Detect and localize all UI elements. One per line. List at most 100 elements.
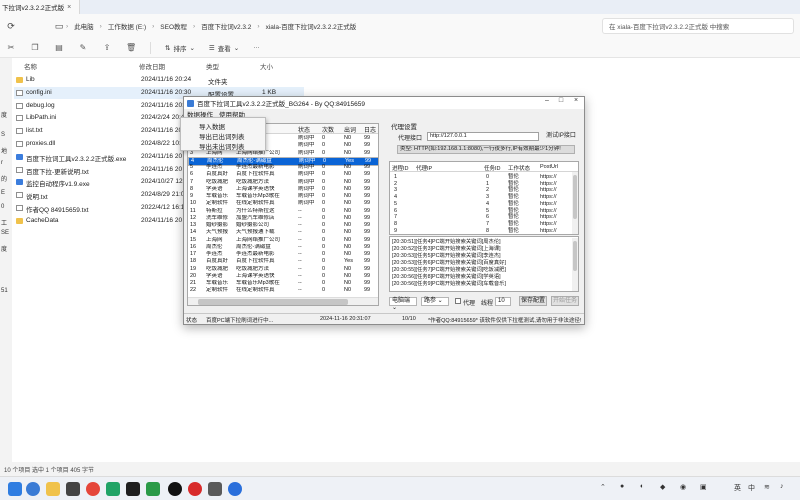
scrollbar-thumb[interactable]	[573, 175, 577, 219]
menu-export-pending[interactable]: 导出未出词列表	[199, 141, 245, 151]
nav-label[interactable]: 的	[1, 174, 7, 183]
edge-icon[interactable]	[26, 482, 40, 496]
refresh-icon[interactable]: ⟳	[4, 19, 18, 33]
nav-label[interactable]: 地	[1, 146, 7, 155]
column-log[interactable]: 日志	[364, 125, 376, 134]
explorer-tab[interactable]: 下拉词v2.3.2.2正式版 ×	[0, 0, 80, 14]
param-select[interactable]: 路参 ⌄	[421, 297, 449, 306]
view-button[interactable]: ☰ 查看 ⌄	[209, 43, 239, 53]
menu-export-done[interactable]: 导出已出词列表	[199, 131, 245, 141]
tray-icon[interactable]: ◐	[640, 483, 644, 490]
sort-button[interactable]: ⇅ 排序 ⌄	[165, 43, 195, 53]
column-status[interactable]: 状态	[298, 125, 310, 134]
test-ip-button[interactable]: 测试IP接口	[544, 132, 578, 141]
keyword-row[interactable]: 7 吃饭减肥 吃饭减肥方法 刷词中 0 N0 99	[188, 179, 378, 186]
app-icon[interactable]	[208, 482, 222, 496]
keyword-row[interactable]: 19 吃饭减肥 吃饭减肥方法 -- 0 N0 99	[188, 266, 378, 273]
column-result[interactable]: 出词	[344, 125, 356, 134]
tray-icon[interactable]: ▣	[700, 483, 707, 491]
proxy-checkbox[interactable]	[455, 298, 461, 304]
log-box[interactable]: [20:30:51][任务4]PC端开始搜索关键词[周杰伦] [20:30:52]…	[389, 236, 579, 292]
start-task-button[interactable]: 开始任务	[551, 296, 579, 306]
column-name[interactable]: 名称	[24, 61, 37, 71]
column-proxy-ip[interactable]: 代理IP	[416, 164, 432, 172]
keyword-row[interactable]: 11 特斯拉 为什么特斯拉这 -- 0 N0 99	[188, 208, 378, 215]
tray-icon[interactable]: ◉	[680, 483, 686, 491]
share-icon[interactable]: ⇪	[102, 43, 112, 52]
nav-label[interactable]: 工	[1, 218, 7, 227]
baidu-icon[interactable]	[228, 482, 242, 496]
rename-icon[interactable]: ✎	[78, 43, 88, 52]
keyword-row[interactable]: 20 学英语 上海课学英语快 -- 0 N0 99	[188, 273, 378, 280]
file-explorer-icon[interactable]	[46, 482, 60, 496]
column-size[interactable]: 大小	[260, 61, 273, 71]
nav-label[interactable]: 度	[1, 110, 7, 119]
tray-icon[interactable]: ◆	[660, 483, 665, 491]
volume-icon[interactable]: ♪	[780, 483, 784, 490]
column-posturl[interactable]: PostUrl	[540, 164, 558, 170]
nav-label[interactable]: SE	[1, 230, 9, 236]
vertical-scrollbar[interactable]	[572, 172, 578, 234]
breadcrumb-item[interactable]: 工作数据 (E:)	[108, 21, 146, 31]
keyword-row[interactable]: 6 百度真好 百度下拉软件真 刷词中 0 N0 99	[188, 171, 378, 178]
close-icon[interactable]: ×	[569, 97, 583, 104]
ime-lang[interactable]: 英	[734, 483, 741, 493]
breadcrumb-item[interactable]: xiala-百度下拉词v2.3.2.2正式版	[266, 21, 357, 31]
column-pid[interactable]: 进程ID	[392, 164, 409, 172]
save-config-button[interactable]: 保存配置	[519, 296, 547, 306]
copy-icon[interactable]: ❐	[30, 43, 40, 52]
chrome-icon[interactable]	[86, 482, 100, 496]
vertical-scrollbar[interactable]	[572, 238, 578, 291]
keyword-row[interactable]: 16 周杰伦 周杰伦-满磁盘 -- 0 N0 99	[188, 244, 378, 251]
breadcrumb-item[interactable]: 此电脑	[74, 21, 94, 31]
nav-label[interactable]: 度	[1, 244, 7, 253]
keyword-row[interactable]: 14 天气预报 天气预报通下载 -- 0 N0 99	[188, 229, 378, 236]
tray-icon[interactable]: ●	[620, 483, 624, 490]
keyword-row[interactable]: 12 洗车维修 加盟汽车维修店 -- 0 N0 99	[188, 215, 378, 222]
keyword-row[interactable]: 15 上海网 上海网络推广公司 -- 0 N0 99	[188, 237, 378, 244]
app-icon[interactable]	[188, 482, 202, 496]
ime-mode[interactable]: 中	[748, 483, 755, 493]
nav-label[interactable]: E	[1, 190, 5, 196]
nav-label[interactable]: 0	[1, 204, 4, 210]
column-count[interactable]: 次数	[322, 125, 334, 134]
file-row[interactable]: Lib 2024/11/16 20:24 文件夹	[14, 74, 304, 86]
menu-import-data[interactable]: 导入数据	[199, 121, 225, 131]
paste-icon[interactable]: ▤	[54, 43, 64, 52]
wifi-icon[interactable]: ≋	[764, 483, 770, 491]
breadcrumb-item[interactable]: SEO教程	[160, 21, 187, 31]
proxy-api-input[interactable]: http://127.0.0.1	[427, 132, 539, 141]
scrollbar-thumb[interactable]	[198, 299, 348, 305]
delete-icon[interactable]: 🗑	[126, 43, 136, 52]
keyword-row[interactable]: 5 李连杰 李连杰最新电影 刷词中 0 N0 99	[188, 164, 378, 171]
keyword-row[interactable]: 22 定制软件 在线定制软件真 -- 0 N0 99	[188, 287, 378, 294]
keyword-row[interactable]: 9 车载音乐 车载音乐Mp3歌在 刷词中 0 N0 99	[188, 193, 378, 200]
wechat-icon[interactable]	[146, 482, 160, 496]
keyword-row[interactable]: 13 婚纱摄影 婚纱摄影公司 -- 0 N0 99	[188, 222, 378, 229]
keyword-row[interactable]: 8 学英语 上海课学英语快 刷词中 0 N0 99	[188, 186, 378, 193]
close-icon[interactable]: ×	[67, 4, 71, 11]
terminal-icon[interactable]	[66, 482, 80, 496]
chevron-up-icon[interactable]: ⌃	[600, 483, 606, 491]
scrollbar-thumb[interactable]	[573, 241, 577, 271]
nav-label[interactable]: S	[1, 132, 5, 138]
excel-icon[interactable]	[106, 482, 120, 496]
column-work-status[interactable]: 工作状态	[508, 164, 530, 172]
column-task-id[interactable]: 任务ID	[484, 164, 501, 172]
platform-select[interactable]: 电脑端 ⌄	[389, 297, 417, 311]
keyword-row[interactable]: 18 百度真好 百度下拉软件真 -- 0 Yes 99	[188, 258, 378, 265]
proxy-row[interactable]: 9 8 暂伦 https://	[390, 228, 570, 234]
nav-label[interactable]: r	[1, 160, 3, 166]
search-input[interactable]: 在 xiala-百度下拉词v2.3.2.2正式版 中搜索	[602, 18, 794, 34]
horizontal-scrollbar[interactable]	[188, 297, 378, 305]
column-type[interactable]: 类型	[206, 61, 219, 71]
keyword-row[interactable]: 10 定制软件 在线定制软件真 刷词中 0 N0 99	[188, 200, 378, 207]
more-button[interactable]: ···	[253, 44, 260, 51]
keyword-row[interactable]: 17 李连杰 李连杰最新电影 -- 0 N0 99	[188, 251, 378, 258]
column-date[interactable]: 修改日期	[139, 61, 165, 71]
app-icon[interactable]	[126, 482, 140, 496]
maximize-icon[interactable]: □	[554, 97, 568, 104]
keyword-row[interactable]: 21 车载音乐 车载音乐Mp3歌在 -- 0 N0 99	[188, 280, 378, 287]
music-icon[interactable]	[168, 482, 182, 496]
nav-label[interactable]: 51	[1, 288, 8, 294]
